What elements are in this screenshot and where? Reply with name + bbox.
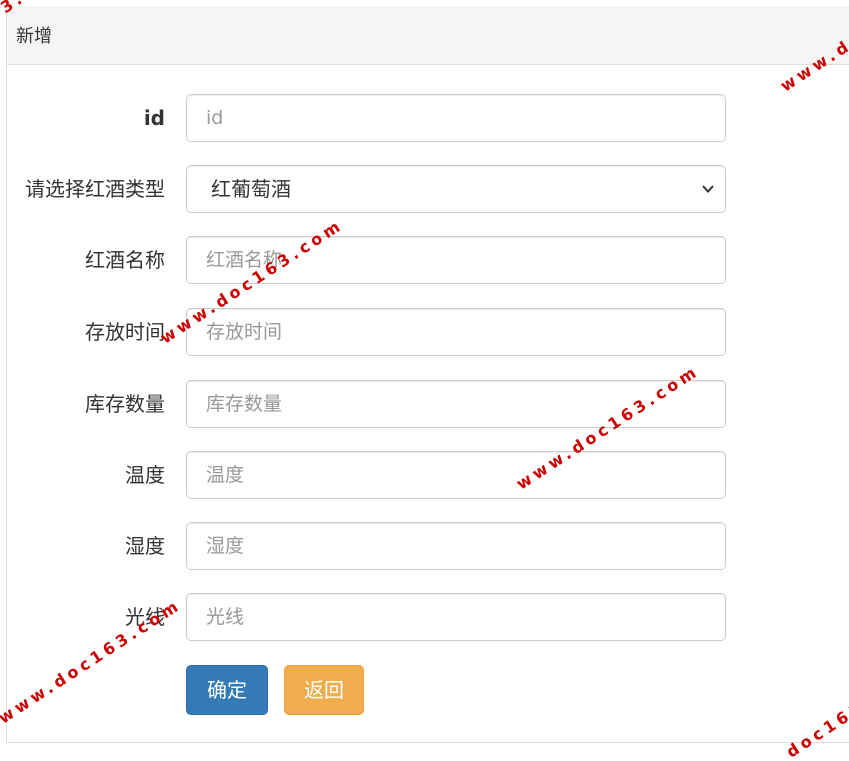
form-row-storage-time: 存放时间 (7, 308, 849, 356)
wine-name-label: 红酒名称 (85, 248, 165, 272)
back-button[interactable]: 返回 (284, 665, 364, 715)
panel-title: 新增 (16, 26, 52, 47)
storage-time-input[interactable] (186, 308, 726, 356)
form-row-name: 红酒名称 (7, 236, 849, 284)
wine-type-label: 请选择红酒类型 (25, 177, 165, 201)
id-input[interactable] (186, 94, 726, 142)
humidity-input[interactable] (186, 522, 726, 570)
humidity-label: 湿度 (125, 534, 165, 558)
wine-type-select[interactable]: 红葡萄酒 (186, 165, 726, 213)
form-row-temperature: 温度 (7, 451, 849, 499)
form-row-stock: 库存数量 (7, 380, 849, 428)
form-row-type: 请选择红酒类型 红葡萄酒 (7, 165, 849, 213)
form-row-id: id (7, 94, 849, 142)
storage-time-label: 存放时间 (85, 320, 165, 344)
wine-type-selected: 红葡萄酒 (211, 177, 291, 201)
light-input[interactable] (186, 593, 726, 641)
chevron-down-icon (702, 185, 714, 193)
confirm-button[interactable]: 确定 (186, 665, 268, 715)
stock-quantity-label: 库存数量 (85, 392, 165, 416)
id-label: id (143, 106, 165, 130)
form-row-humidity: 湿度 (7, 522, 849, 570)
temperature-input[interactable] (186, 451, 726, 499)
temperature-label: 温度 (125, 463, 165, 487)
panel-heading: 新增 (7, 6, 849, 65)
